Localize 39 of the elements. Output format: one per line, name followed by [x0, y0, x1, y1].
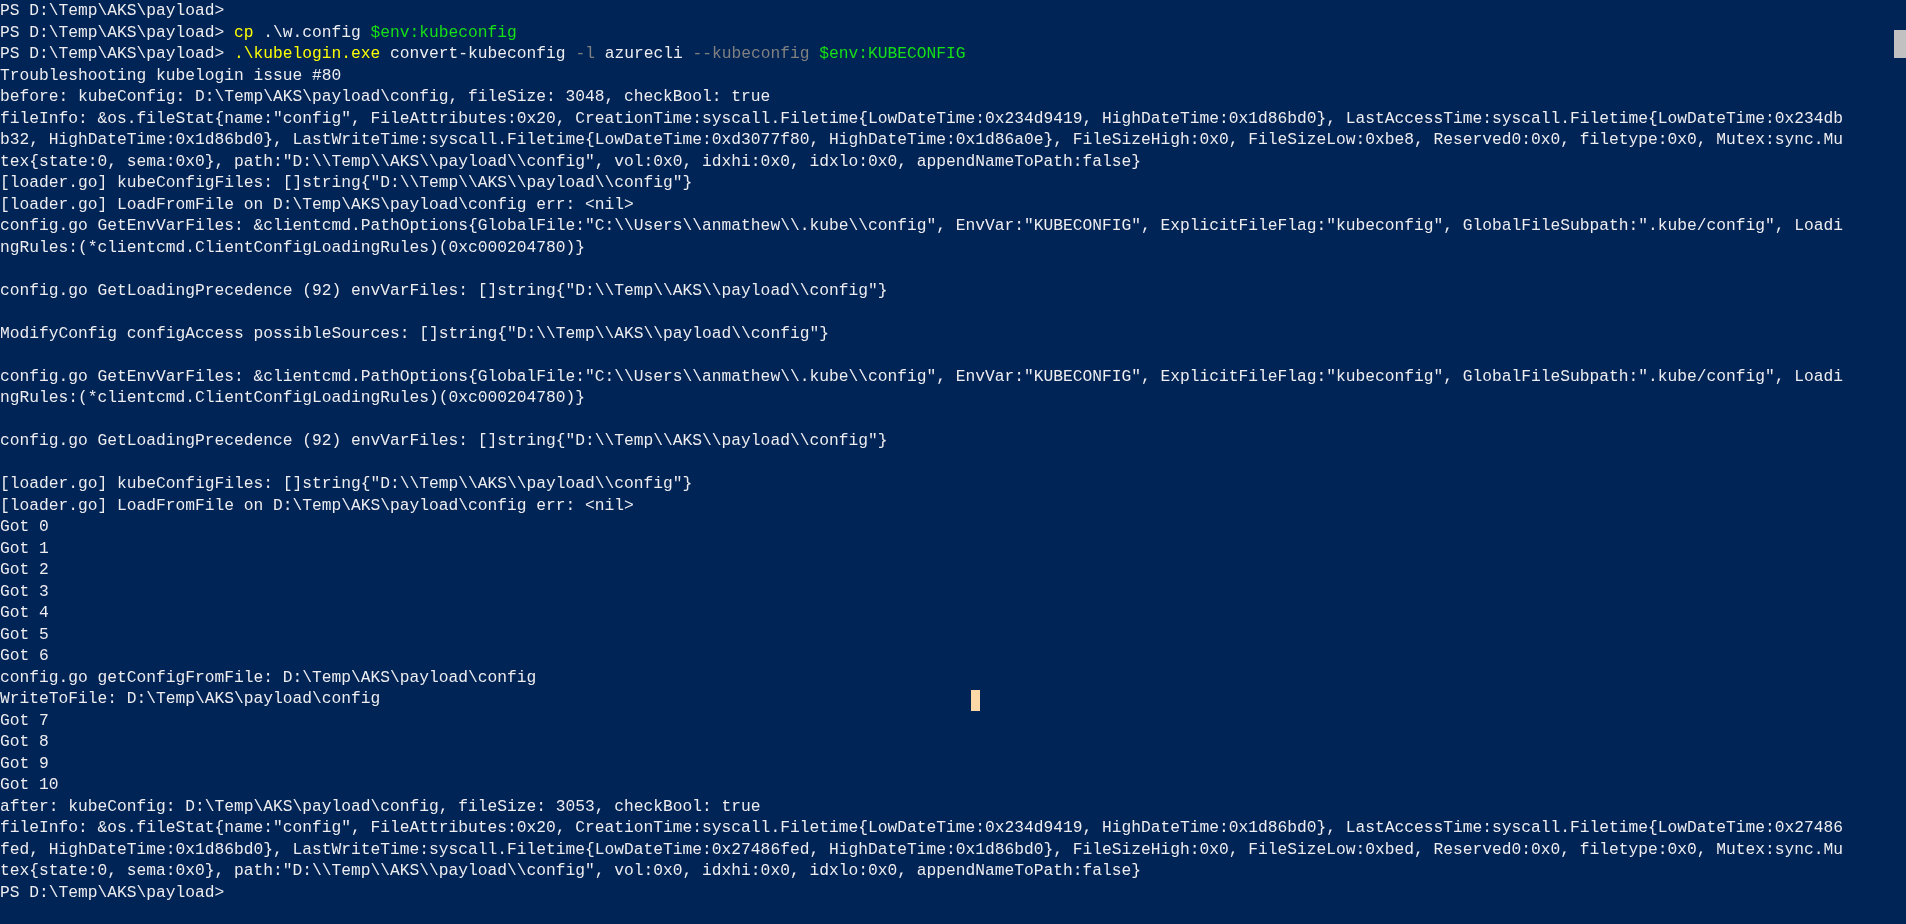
- output-line: Got 7: [0, 709, 49, 731]
- output-line: Got 10: [0, 774, 59, 796]
- output-line: ngRules:(*clientcmd.ClientConfigLoadingRules)(0xc000204780)}: [0, 387, 586, 409]
- output-line: b32, HighDateTime:0x1d86bd0}, LastWriteTime:syscall.Filetime{LowDateTime:0xd3077f80, HighDateTime:0x1d86a0e}, FileSizeHigh:0x0, FileSizeLow:0xbe8, Reserved0:0x0, filetype:0x0, Mutex:sync.Mu: [0, 129, 1844, 151]
- output-line: config.go GetEnvVarFiles: &clientcmd.PathOptions{GlobalFile:"C:\\Users\\anmathew\\.kube\\config", EnvVar:"KUBECONFIG", ExplicitFileFlag:"kubeconfig", GlobalFileSubpath:".kube/config", Loadi: [0, 215, 1844, 237]
- output-line: Got 9: [0, 752, 49, 774]
- command-line: PS D:\Temp\AKS\payload>: [0, 0, 225, 22]
- scroll-thumb[interactable]: [1894, 30, 1906, 58]
- output-line: tex{state:0, sema:0x0}, path:"D:\\Temp\\AKS\\payload\\config", vol:0x0, idxhi:0x0, idxlo:0x0, appendNameToPath:false}: [0, 150, 1141, 172]
- output-line: after: kubeConfig: D:\Temp\AKS\payload\config, fileSize: 3053, checkBool: true: [0, 795, 761, 817]
- output-line: [loader.go] kubeConfigFiles: []string{"D:\\Temp\\AKS\\payload\\config"}: [0, 172, 693, 194]
- output-line: tex{state:0, sema:0x0}, path:"D:\\Temp\\AKS\\payload\\config", vol:0x0, idxhi:0x0, idxlo:0x0, appendNameToPath:false}: [0, 860, 1141, 882]
- command-line: PS D:\Temp\AKS\payload> .\kubelogin.exe convert-kubeconfig -l azurecli --kubeconfig $env:KUBECONFIG: [0, 43, 966, 65]
- output-line: config.go GetLoadingPrecedence (92) envVarFiles: []string{"D:\\Temp\\AKS\\payload\\config"}: [0, 430, 888, 452]
- output-line: config.go getConfigFromFile: D:\Temp\AKS\payload\config: [0, 666, 537, 688]
- output-line: [loader.go] LoadFromFile on D:\Temp\AKS\payload\config err: <nil>: [0, 193, 634, 215]
- output-line: Got 1: [0, 537, 49, 559]
- command-line: PS D:\Temp\AKS\payload> cp .\w.config $env:kubeconfig: [0, 21, 517, 43]
- output-line: Got 6: [0, 645, 49, 667]
- output-line: Got 4: [0, 602, 49, 624]
- output-line: config.go GetEnvVarFiles: &clientcmd.PathOptions{GlobalFile:"C:\\Users\\anmathew\\.kube\\config", EnvVar:"KUBECONFIG", ExplicitFileFlag:"kubeconfig", GlobalFileSubpath:".kube/config", Loadi: [0, 365, 1844, 387]
- output-line: [loader.go] LoadFromFile on D:\Temp\AKS\payload\config err: <nil>: [0, 494, 634, 516]
- output-line: WriteToFile: D:\Temp\AKS\payload\config: [0, 688, 381, 710]
- output-line: Got 3: [0, 580, 49, 602]
- output-line: Got 5: [0, 623, 49, 645]
- output-line: ngRules:(*clientcmd.ClientConfigLoadingRules)(0xc000204780)}: [0, 236, 586, 258]
- output-line: ModifyConfig configAccess possibleSources: []string{"D:\\Temp\\AKS\\payload\\config"}: [0, 322, 829, 344]
- output-line: fed, HighDateTime:0x1d86bd0}, LastWriteTime:syscall.Filetime{LowDateTime:0x27486fed, HighDateTime:0x1d86bd0}, FileSizeHigh:0x0, FileSizeLow:0xbed, Reserved0:0x0, filetype:0x0, Mutex:sync.Mu: [0, 838, 1844, 860]
- output-line: [loader.go] kubeConfigFiles: []string{"D:\\Temp\\AKS\\payload\\config"}: [0, 473, 693, 495]
- output-line: Got 0: [0, 516, 49, 538]
- output-line: Got 8: [0, 731, 49, 753]
- text-cursor: [971, 690, 980, 711]
- output-line: config.go GetLoadingPrecedence (92) envVarFiles: []string{"D:\\Temp\\AKS\\payload\\config"}: [0, 279, 888, 301]
- output-line: Got 2: [0, 559, 49, 581]
- output-line: fileInfo: &os.fileStat{name:"config", FileAttributes:0x20, CreationTime:syscall.Filetime{LowDateTime:0x234d9419, HighDateTime:0x1d86bd0}, LastAccessTime:syscall.Filetime{LowDateTime:0x27486: [0, 817, 1844, 839]
- output-line: Troubleshooting kubelogin issue #80: [0, 64, 342, 86]
- command-line: PS D:\Temp\AKS\payload>: [0, 881, 225, 903]
- output-line: before: kubeConfig: D:\Temp\AKS\payload\config, fileSize: 3048, checkBool: true: [0, 86, 771, 108]
- output-line: fileInfo: &os.fileStat{name:"config", FileAttributes:0x20, CreationTime:syscall.Filetime{LowDateTime:0x234d9419, HighDateTime:0x1d86bd0}, LastAccessTime:syscall.Filetime{LowDateTime:0x234db: [0, 107, 1844, 129]
